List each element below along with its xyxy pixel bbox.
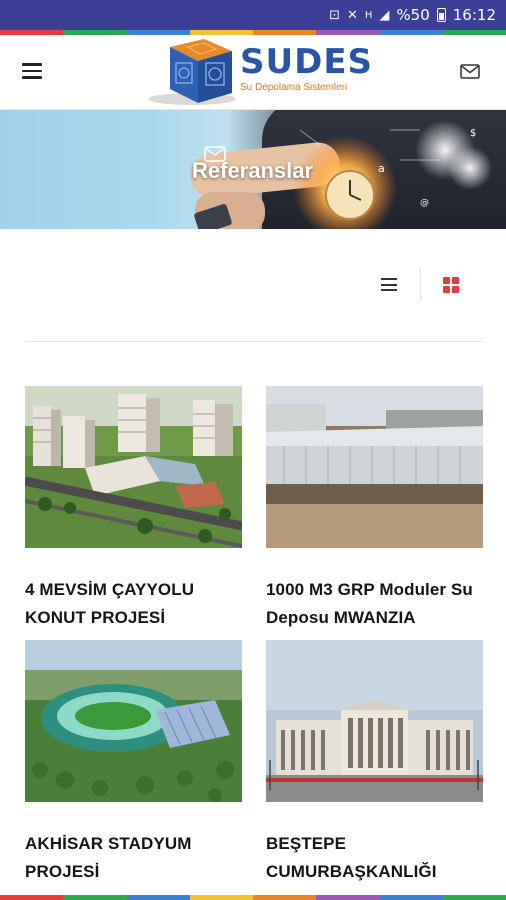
project-card[interactable]: BEŞTEPE CUMURBAŞKANLIĞI	[266, 640, 483, 881]
grid-view-icon[interactable]	[443, 277, 459, 293]
project-image-residential[interactable]	[25, 386, 242, 548]
battery-icon	[436, 8, 446, 22]
view-toolbar	[0, 230, 506, 342]
signal-icon: ◢	[379, 7, 390, 23]
hero-title: Referanslar	[192, 158, 314, 183]
hamburger-menu-icon[interactable]	[22, 63, 46, 83]
project-title-line1[interactable]: 4 MEVSİM ÇAYYOLU	[25, 576, 255, 604]
svg-text:$: $	[470, 128, 476, 139]
svg-text:a: a	[378, 162, 385, 175]
project-title-line2[interactable]: KONUT PROJESİ	[25, 604, 255, 632]
app-screen: ⊡ ✕ H ◢ %50 16:12 SUDES Su Depolama Sist…	[0, 0, 506, 900]
app-header: SUDES Su Depolama Sistemleri	[0, 35, 506, 110]
project-image-water-tank[interactable]	[266, 386, 483, 548]
toolbar-divider	[420, 268, 421, 302]
color-strip-bottom	[0, 895, 506, 900]
clock: 16:12	[452, 6, 496, 24]
content-divider	[25, 341, 483, 342]
mute-icon: ✕	[346, 7, 358, 23]
project-title-line1[interactable]: 1000 M3 GRP Moduler Su	[266, 576, 496, 604]
signal-type-label: H	[364, 9, 373, 21]
project-title-line2[interactable]: Deposu MWANZIA	[266, 604, 496, 632]
battery-percent: %50	[396, 6, 430, 24]
project-image-stadium[interactable]	[25, 640, 242, 802]
project-title-line1[interactable]: BEŞTEPE	[266, 830, 496, 858]
project-image-palace[interactable]	[266, 640, 483, 802]
project-card[interactable]: 1000 M3 GRP Moduler Su Deposu MWANZIA	[266, 386, 483, 627]
project-title-line2[interactable]: PROJESİ	[25, 858, 255, 886]
logo-cube-icon	[148, 39, 236, 105]
logo-text: SUDES	[240, 42, 374, 82]
sim-alert-icon: ⊡	[329, 7, 340, 23]
project-title-line1[interactable]: AKHİSAR STADYUM	[25, 830, 255, 858]
logo-subtitle: Su Depolama Sistemleri	[240, 82, 348, 93]
hero-banner: a @ $ Referanslar	[0, 110, 506, 229]
svg-text:@: @	[420, 198, 429, 208]
list-view-icon[interactable]	[381, 278, 399, 292]
status-bar: ⊡ ✕ H ◢ %50 16:12	[0, 0, 506, 30]
mail-icon[interactable]	[460, 64, 480, 79]
sudes-logo[interactable]: SUDES Su Depolama Sistemleri	[148, 37, 374, 107]
project-title-line2[interactable]: CUMURBAŞKANLIĞI	[266, 858, 496, 886]
project-card[interactable]: AKHİSAR STADYUM PROJESİ	[25, 640, 242, 881]
project-card[interactable]: 4 MEVSİM ÇAYYOLU KONUT PROJESİ	[25, 386, 242, 627]
